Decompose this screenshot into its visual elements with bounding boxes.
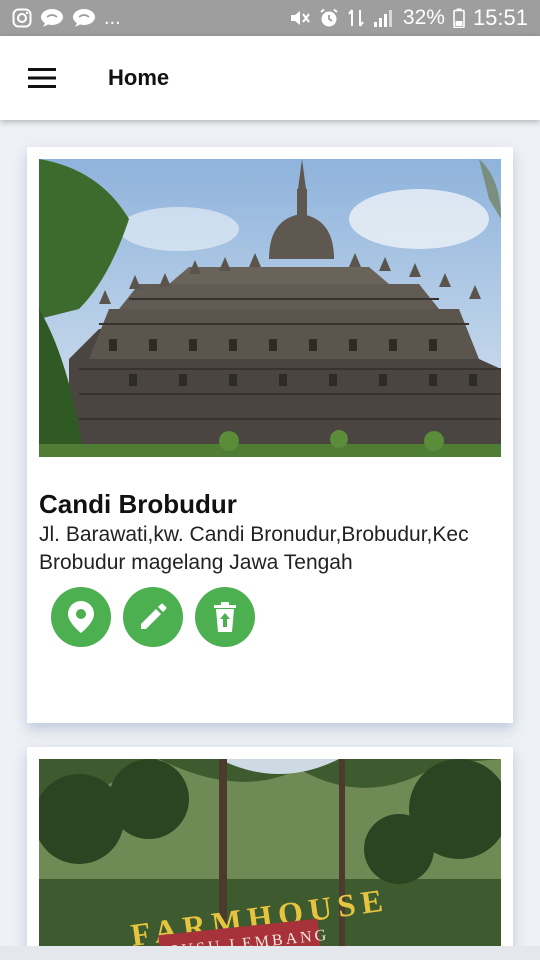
instagram-icon xyxy=(12,6,32,30)
delete-button[interactable] xyxy=(195,587,255,647)
edit-icon xyxy=(141,603,167,629)
delete-icon xyxy=(214,602,236,632)
mute-icon xyxy=(289,6,311,30)
place-address: Jl. Barawati,kw. Candi Bronudur,Brobudur… xyxy=(39,523,469,574)
notification-overflow: ... xyxy=(104,6,121,29)
battery-percent: 32% xyxy=(402,6,445,29)
app-bar: Home xyxy=(0,36,540,120)
place-photo xyxy=(39,159,501,457)
chat-bubble-icon xyxy=(40,6,64,30)
data-icon xyxy=(347,6,365,30)
page-title: Home xyxy=(108,65,170,90)
menu-button[interactable] xyxy=(0,36,84,120)
place-card[interactable]: FARMHOUSE SUSU LEMBANG xyxy=(27,747,513,946)
chat-bubble-icon xyxy=(72,6,96,30)
location-icon xyxy=(68,601,94,633)
signal-icon xyxy=(373,6,395,30)
clock: 15:51 xyxy=(472,5,528,30)
status-bar-system: 32% 15:51 xyxy=(289,5,528,31)
place-actions xyxy=(51,587,255,647)
place-list[interactable]: Candi Brobudur Jl. Barawati,kw. Candi Br… xyxy=(0,120,540,946)
alarm-icon xyxy=(319,6,339,30)
hamburger-icon xyxy=(28,68,56,88)
battery-icon xyxy=(453,6,465,30)
edit-button[interactable] xyxy=(123,587,183,647)
status-bar: ... 32% 15:51 xyxy=(0,0,540,36)
place-name: Candi Brobudur xyxy=(39,489,237,519)
location-button[interactable] xyxy=(51,587,111,647)
status-bar-notifications: ... xyxy=(12,6,121,30)
bottom-edge xyxy=(0,946,540,960)
place-photo: FARMHOUSE SUSU LEMBANG xyxy=(39,759,501,946)
place-card[interactable]: Candi Brobudur Jl. Barawati,kw. Candi Br… xyxy=(27,147,513,723)
